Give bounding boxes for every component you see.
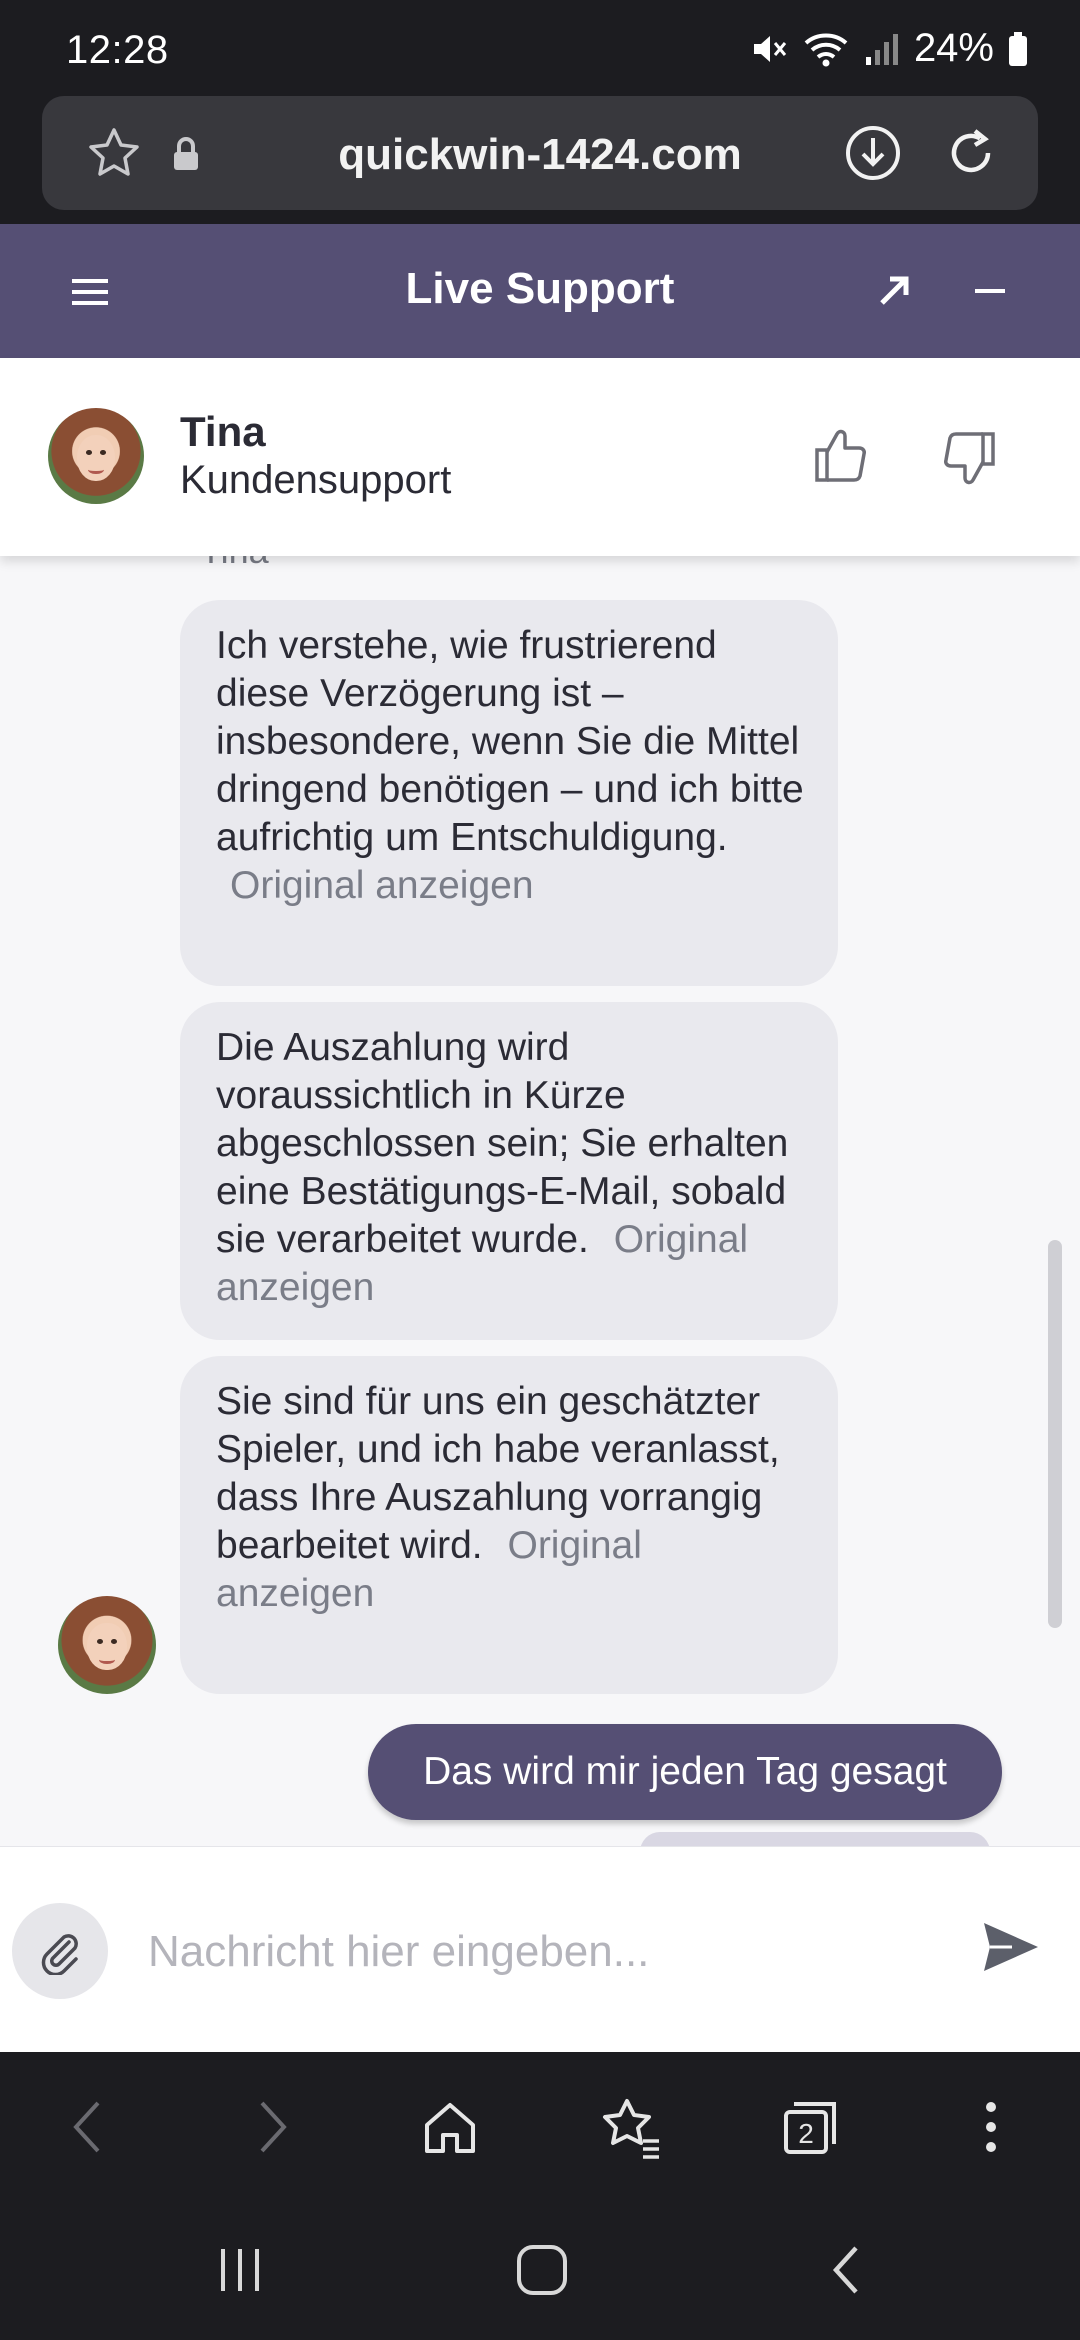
signal-icon — [864, 29, 900, 69]
tabs-icon[interactable]: 2 — [776, 2092, 846, 2162]
message-text: Ich verstehe, wie frustrierend diese Ver… — [216, 624, 804, 859]
message-text: Sie sind für uns ein geschätzter Spieler… — [216, 1380, 780, 1567]
back-icon[interactable] — [62, 2092, 112, 2162]
user-message: Das wird mir jeden Tag gesagt — [368, 1724, 1002, 1820]
agent-message: Sie sind für uns ein geschätzter Spieler… — [180, 1356, 838, 1694]
download-icon[interactable] — [842, 122, 904, 184]
attach-button[interactable] — [12, 1903, 108, 1999]
agent-name: Tina — [180, 408, 266, 455]
forward-icon[interactable] — [248, 2092, 298, 2162]
chat-header: Live Support — [0, 224, 1080, 358]
message-input[interactable] — [146, 1899, 950, 2005]
system-back-icon[interactable] — [820, 2238, 870, 2302]
paperclip-icon — [36, 1927, 84, 1975]
system-navigation-bar — [0, 2202, 1080, 2340]
agent-message-avatar — [58, 1596, 156, 1694]
message-composer — [0, 1846, 1080, 2053]
message-list[interactable]: Tina Ich verstehe, wie frustrierend dies… — [0, 556, 1080, 1846]
address-bar[interactable]: quickwin-1424.com — [42, 96, 1038, 210]
agent-message: Ich verstehe, wie frustrierend diese Ver… — [180, 600, 838, 986]
agent-message: Die Auszahlung wird voraussichtlich in K… — [180, 1002, 838, 1340]
agent-avatar — [48, 408, 144, 504]
send-button[interactable] — [980, 1919, 1050, 1983]
battery-percent: 24% — [913, 26, 994, 70]
chat-title: Live Support — [405, 264, 675, 313]
send-icon — [980, 1919, 1050, 1975]
battery-icon — [1008, 31, 1028, 67]
sender-label: Tina — [200, 556, 269, 572]
wifi-icon — [802, 29, 850, 69]
reload-icon[interactable] — [938, 120, 1004, 186]
tabs-count: 2 — [798, 2118, 814, 2149]
thumbs-up-icon[interactable] — [810, 420, 874, 490]
home-circle-icon[interactable] — [510, 2240, 574, 2300]
agent-role: Kundensupport — [180, 458, 452, 502]
more-icon[interactable] — [966, 2092, 1016, 2162]
status-time: 12:28 — [66, 28, 169, 72]
home-icon[interactable] — [416, 2096, 484, 2160]
user-message-partial — [640, 1832, 990, 1846]
message-scrollbar[interactable] — [1048, 1240, 1062, 1628]
browser-bottom-nav: 2 — [0, 2052, 1080, 2202]
minimize-icon[interactable] — [970, 268, 1010, 314]
recents-icon[interactable] — [210, 2240, 270, 2300]
mute-icon — [748, 29, 788, 69]
agent-info-bar: Tina Kundensupport — [0, 358, 1080, 556]
show-original-link[interactable]: Original anzeigen — [230, 864, 534, 907]
status-icons: 24% — [748, 26, 1028, 71]
thumbs-down-icon[interactable] — [936, 424, 1000, 494]
expand-icon[interactable] — [874, 268, 914, 314]
status-bar: 12:28 24% — [0, 0, 1080, 96]
bookmarks-icon[interactable] — [596, 2094, 666, 2162]
